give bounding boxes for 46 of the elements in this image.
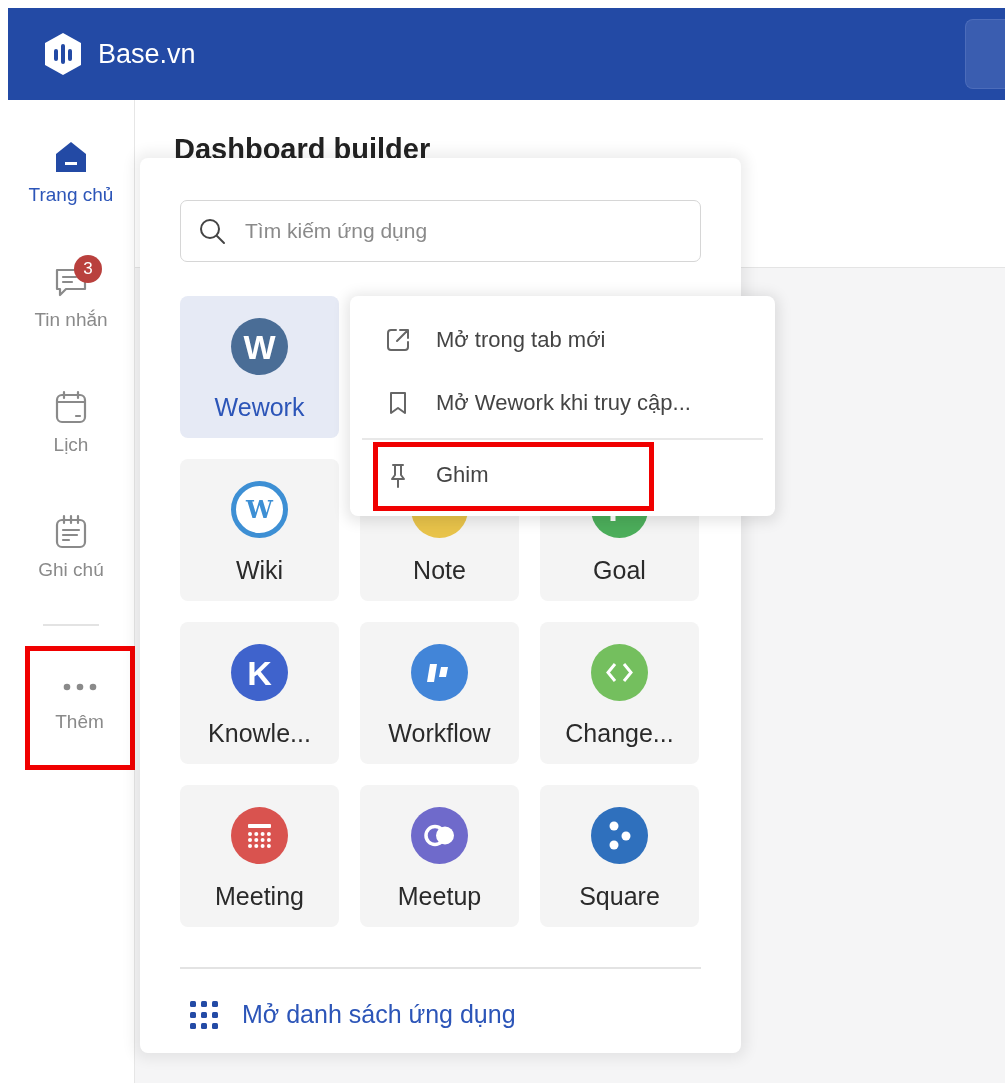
sidebar-label: Trang chủ xyxy=(28,184,114,206)
app-tile[interactable]: Workflow xyxy=(360,622,519,764)
app-tile[interactable]: K Knowle... xyxy=(180,622,339,764)
unread-badge: 3 xyxy=(74,255,102,283)
menu-item[interactable]: Mở Wework khi truy cập... xyxy=(362,371,763,434)
sidebar-label: Thêm xyxy=(55,711,104,733)
app-tile[interactable]: Change... xyxy=(540,622,699,764)
app-name: Meetup xyxy=(397,882,482,911)
app-tile[interactable]: Square xyxy=(540,785,699,927)
app-logo-icon: K xyxy=(231,644,288,701)
menu-item[interactable]: Mở trong tab mới xyxy=(362,308,763,371)
sidebar-item[interactable]: 3 Tin nhắn xyxy=(16,251,126,376)
sidebar-item[interactable]: Trang chủ xyxy=(16,126,126,251)
app-name: Meeting xyxy=(215,882,304,911)
sidebar-label: Lịch xyxy=(53,434,89,456)
app-name: Change... xyxy=(565,719,674,748)
search-field[interactable]: Tìm kiếm ứng dụng xyxy=(180,200,701,262)
app-logo-icon: W xyxy=(231,318,288,375)
app-logo-icon xyxy=(591,807,648,864)
sidebar-label: Tin nhắn xyxy=(34,309,108,331)
app-logo-icon xyxy=(231,807,288,864)
app-logo-icon xyxy=(591,644,648,701)
grid-icon xyxy=(188,998,220,1031)
app-logo-icon xyxy=(411,807,468,864)
app-tile[interactable]: W Wiki xyxy=(180,459,339,601)
logo-text: Base.vn xyxy=(98,38,196,70)
search-icon xyxy=(198,217,226,245)
app-list-link[interactable]: Mở danh sách ứng dụng xyxy=(180,998,701,1031)
logo-icon xyxy=(42,31,84,77)
more-icon xyxy=(62,683,97,691)
app-tile[interactable]: Meeting xyxy=(180,785,339,927)
app-name: Wework xyxy=(214,393,305,422)
header-field[interactable] xyxy=(965,19,1005,89)
app-name: Goal xyxy=(593,556,646,585)
app-name: Wiki xyxy=(235,556,284,585)
app-name: Note xyxy=(413,556,466,585)
sidebar-item[interactable]: Lịch xyxy=(16,376,126,501)
more-item[interactable]: Thêm xyxy=(24,646,135,770)
app-name: Workflow xyxy=(388,719,491,748)
sidebar-label: Ghi chú xyxy=(38,559,104,581)
app-logo-icon xyxy=(411,644,468,701)
app-tile[interactable]: W Wework xyxy=(180,296,339,438)
app-logo-icon: W xyxy=(231,481,288,538)
app-name: Square xyxy=(579,882,660,911)
app-name: Knowle... xyxy=(208,719,311,748)
app-tile[interactable]: Meetup xyxy=(360,785,519,927)
